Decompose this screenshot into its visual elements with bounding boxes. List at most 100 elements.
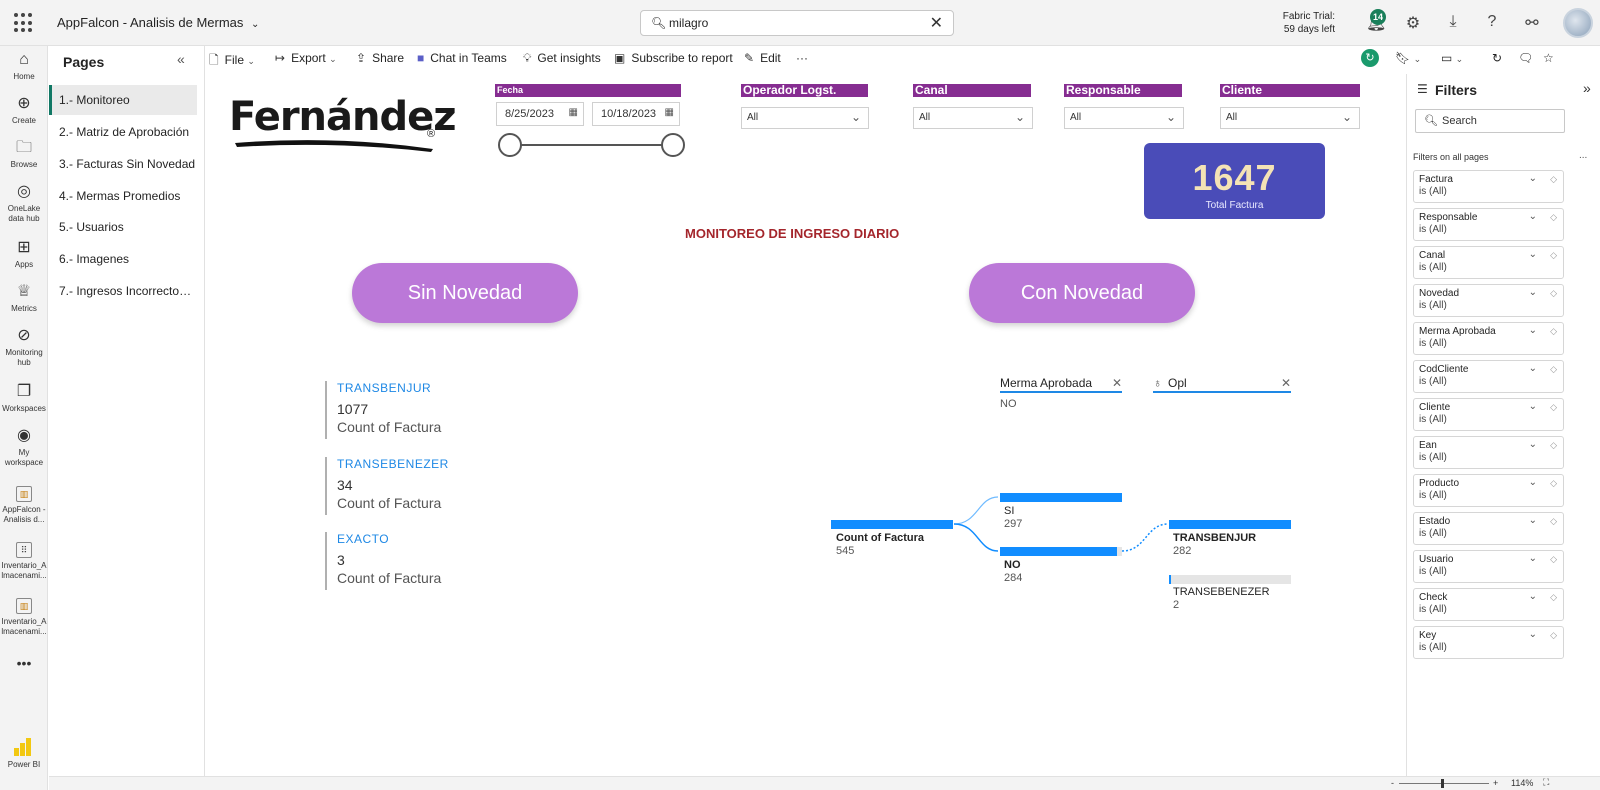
filters-search-input[interactable]: 🔍︎ Search xyxy=(1415,109,1565,133)
date-range-slider-track[interactable] xyxy=(510,144,672,146)
comment-icon[interactable]: 🗨︎ xyxy=(1518,51,1533,65)
page-tab-ingresos[interactable]: 7.- Ingresos Incorrectos ... xyxy=(49,276,197,306)
download-icon[interactable]: ⤓ xyxy=(1443,13,1463,31)
eraser-icon[interactable]: ◇ xyxy=(1550,173,1557,185)
date-slider-start-handle[interactable] xyxy=(498,133,522,157)
filter-card-factura[interactable]: Factura is (All) ⌄ ◇ xyxy=(1413,170,1564,203)
eraser-icon[interactable]: ◇ xyxy=(1550,553,1557,565)
filter-card-cliente[interactable]: Cliente is (All) ⌄ ◇ xyxy=(1413,398,1564,431)
edit-button[interactable]: ✎ Edit xyxy=(744,51,781,65)
nav-metrics[interactable]: ♕ Metrics xyxy=(0,282,48,314)
con-novedad-button[interactable]: Con Novedad xyxy=(969,263,1195,323)
nav-dashboard-inventario[interactable]: ⠿ Inventario_A lmacenami... xyxy=(0,542,48,581)
filter-card-ean[interactable]: Ean is (All) ⌄ ◇ xyxy=(1413,436,1564,469)
refresh-status-icon[interactable]: ↻ xyxy=(1361,49,1379,67)
nav-create[interactable]: ⊕ Create xyxy=(0,94,48,126)
eraser-icon[interactable]: ◇ xyxy=(1550,325,1557,337)
tree-node-no-bar[interactable] xyxy=(1000,547,1117,556)
view-icon[interactable]: ▭ ⌄ xyxy=(1441,51,1463,65)
bookmark-icon[interactable]: 🔖︎ ⌄ xyxy=(1395,51,1421,65)
filter-card-responsable[interactable]: Responsable is (All) ⌄ ◇ xyxy=(1413,208,1564,241)
filter-card-producto[interactable]: Producto is (All) ⌄ ◇ xyxy=(1413,474,1564,507)
chevron-down-icon[interactable]: ⌄ xyxy=(1529,553,1537,565)
app-launcher-icon[interactable] xyxy=(14,13,34,33)
eraser-icon[interactable]: ◇ xyxy=(1550,211,1557,223)
chevron-down-icon[interactable]: ⌄ xyxy=(1529,325,1537,337)
eraser-icon[interactable]: ◇ xyxy=(1550,401,1557,413)
get-insights-button[interactable]: 💡︎ Get insights xyxy=(523,51,601,66)
nav-apps[interactable]: ⊞ Apps xyxy=(0,238,48,270)
cliente-dropdown[interactable]: All ⌄ xyxy=(1220,107,1360,129)
zoom-slider-track[interactable] xyxy=(1399,783,1489,784)
export-menu[interactable]: ↦ Export ⌄ xyxy=(275,51,337,65)
chevron-down-icon[interactable]: ⌄ xyxy=(1529,173,1537,185)
tree-level2-header[interactable]: ♁ Opl ✕ xyxy=(1153,376,1291,393)
tree-level1-header[interactable]: Merma Aprobada ✕ xyxy=(1000,376,1122,393)
chevron-down-icon[interactable]: ⌄ xyxy=(1529,287,1537,299)
zoom-slider-handle[interactable] xyxy=(1441,779,1444,788)
chevron-down-icon[interactable]: ⌄ xyxy=(1529,211,1537,223)
calendar-icon[interactable]: ▦ xyxy=(665,107,674,118)
nav-workspaces[interactable]: ❐ Workspaces xyxy=(0,382,48,414)
remove-level-icon[interactable]: ✕ xyxy=(1281,376,1291,390)
chevron-down-icon[interactable]: ⌄ xyxy=(1529,591,1537,603)
nav-onelake[interactable]: ◎ OneLake data hub xyxy=(0,182,48,224)
nav-report-appfalcon[interactable]: ▥ AppFalcon - Analisis d... xyxy=(0,486,48,525)
date-slider-end-handle[interactable] xyxy=(661,133,685,157)
file-menu[interactable]: 🗋 File ⌄ xyxy=(209,51,255,72)
chevron-down-icon[interactable]: ⌄ xyxy=(1529,401,1537,413)
tree-root-bar[interactable] xyxy=(831,520,953,529)
app-title-dropdown[interactable]: AppFalcon - Analisis de Mermas ⌄ xyxy=(57,15,259,30)
collapse-filters-icon[interactable]: » xyxy=(1583,80,1591,96)
filter-card-estado[interactable]: Estado is (All) ⌄ ◇ xyxy=(1413,512,1564,545)
total-factura-kpi-card[interactable]: 1647 Total Factura xyxy=(1144,143,1325,219)
eraser-icon[interactable]: ◇ xyxy=(1550,629,1557,641)
eraser-icon[interactable]: ◇ xyxy=(1550,515,1557,527)
chevron-down-icon[interactable]: ⌄ xyxy=(1529,477,1537,489)
canal-dropdown[interactable]: All ⌄ xyxy=(913,107,1033,129)
filter-card-usuario[interactable]: Usuario is (All) ⌄ ◇ xyxy=(1413,550,1564,583)
chevron-down-icon[interactable]: ⌄ xyxy=(1529,249,1537,261)
more-icon[interactable]: ••• xyxy=(0,656,48,670)
sin-novedad-button[interactable]: Sin Novedad xyxy=(352,263,578,323)
filter-card-novedad[interactable]: Novedad is (All) ⌄ ◇ xyxy=(1413,284,1564,317)
fecha-end-input[interactable]: 10/18/2023 ▦ xyxy=(592,102,680,126)
collapse-pages-icon[interactable]: « xyxy=(177,51,185,67)
page-tab-matriz[interactable]: 2.- Matriz de Aprobación xyxy=(49,117,197,147)
page-tab-monitoreo[interactable]: 1.- Monitoreo xyxy=(49,85,197,115)
filter-card-canal[interactable]: Canal is (All) ⌄ ◇ xyxy=(1413,246,1564,279)
chevron-down-icon[interactable]: ⌄ xyxy=(1529,439,1537,451)
page-tab-facturas[interactable]: 3.- Facturas Sin Novedad xyxy=(49,149,197,179)
gear-icon[interactable]: ⚙ xyxy=(1403,13,1423,33)
operador-dropdown[interactable]: All ⌄ xyxy=(741,107,869,129)
help-icon[interactable]: ? xyxy=(1482,13,1502,31)
avatar[interactable] xyxy=(1563,8,1593,38)
page-tab-mermas[interactable]: 4.- Mermas Promedios xyxy=(49,181,197,211)
nav-browse[interactable]: 🗀 Browse xyxy=(0,138,48,170)
eraser-icon[interactable]: ◇ xyxy=(1550,591,1557,603)
chat-in-teams-button[interactable]: ■ Chat in Teams xyxy=(417,51,507,65)
trial-status[interactable]: Fabric Trial: 59 days left xyxy=(1275,10,1335,36)
eraser-icon[interactable]: ◇ xyxy=(1550,439,1557,451)
chevron-down-icon[interactable]: ⌄ xyxy=(1529,629,1537,641)
tree-node-si-bar[interactable] xyxy=(1000,493,1122,502)
tree-leaf-transebenezer-bar[interactable] xyxy=(1169,575,1291,584)
zoom-in-button[interactable]: + xyxy=(1493,778,1498,788)
eraser-icon[interactable]: ◇ xyxy=(1550,477,1557,489)
filter-card-check[interactable]: Check is (All) ⌄ ◇ xyxy=(1413,588,1564,621)
favorite-star-icon[interactable]: ☆ xyxy=(1543,51,1554,65)
calendar-icon[interactable]: ▦ xyxy=(569,107,578,118)
fecha-start-input[interactable]: 8/25/2023 ▦ xyxy=(496,102,584,126)
responsable-dropdown[interactable]: All ⌄ xyxy=(1064,107,1184,129)
clear-search-icon[interactable]: ✕ xyxy=(930,13,943,33)
more-options-icon[interactable]: ... xyxy=(1579,150,1587,161)
nav-monitoring-hub[interactable]: ⊘ Monitoring hub xyxy=(0,326,48,368)
filter-card-merma-aprobada[interactable]: Merma Aprobada is (All) ⌄ ◇ xyxy=(1413,322,1564,355)
share-people-icon[interactable]: ⚯ xyxy=(1522,13,1542,33)
nav-report-inventario[interactable]: ▥ Inventario_A lmacenami... xyxy=(0,598,48,637)
page-tab-usuarios[interactable]: 5.- Usuarios xyxy=(49,212,197,242)
tree-leaf-transbenjur-bar[interactable] xyxy=(1169,520,1291,529)
page-tab-imagenes[interactable]: 6.- Imagenes xyxy=(49,244,197,274)
global-search-input[interactable]: 🔍︎ milagro ✕ xyxy=(640,10,954,36)
eraser-icon[interactable]: ◇ xyxy=(1550,363,1557,375)
